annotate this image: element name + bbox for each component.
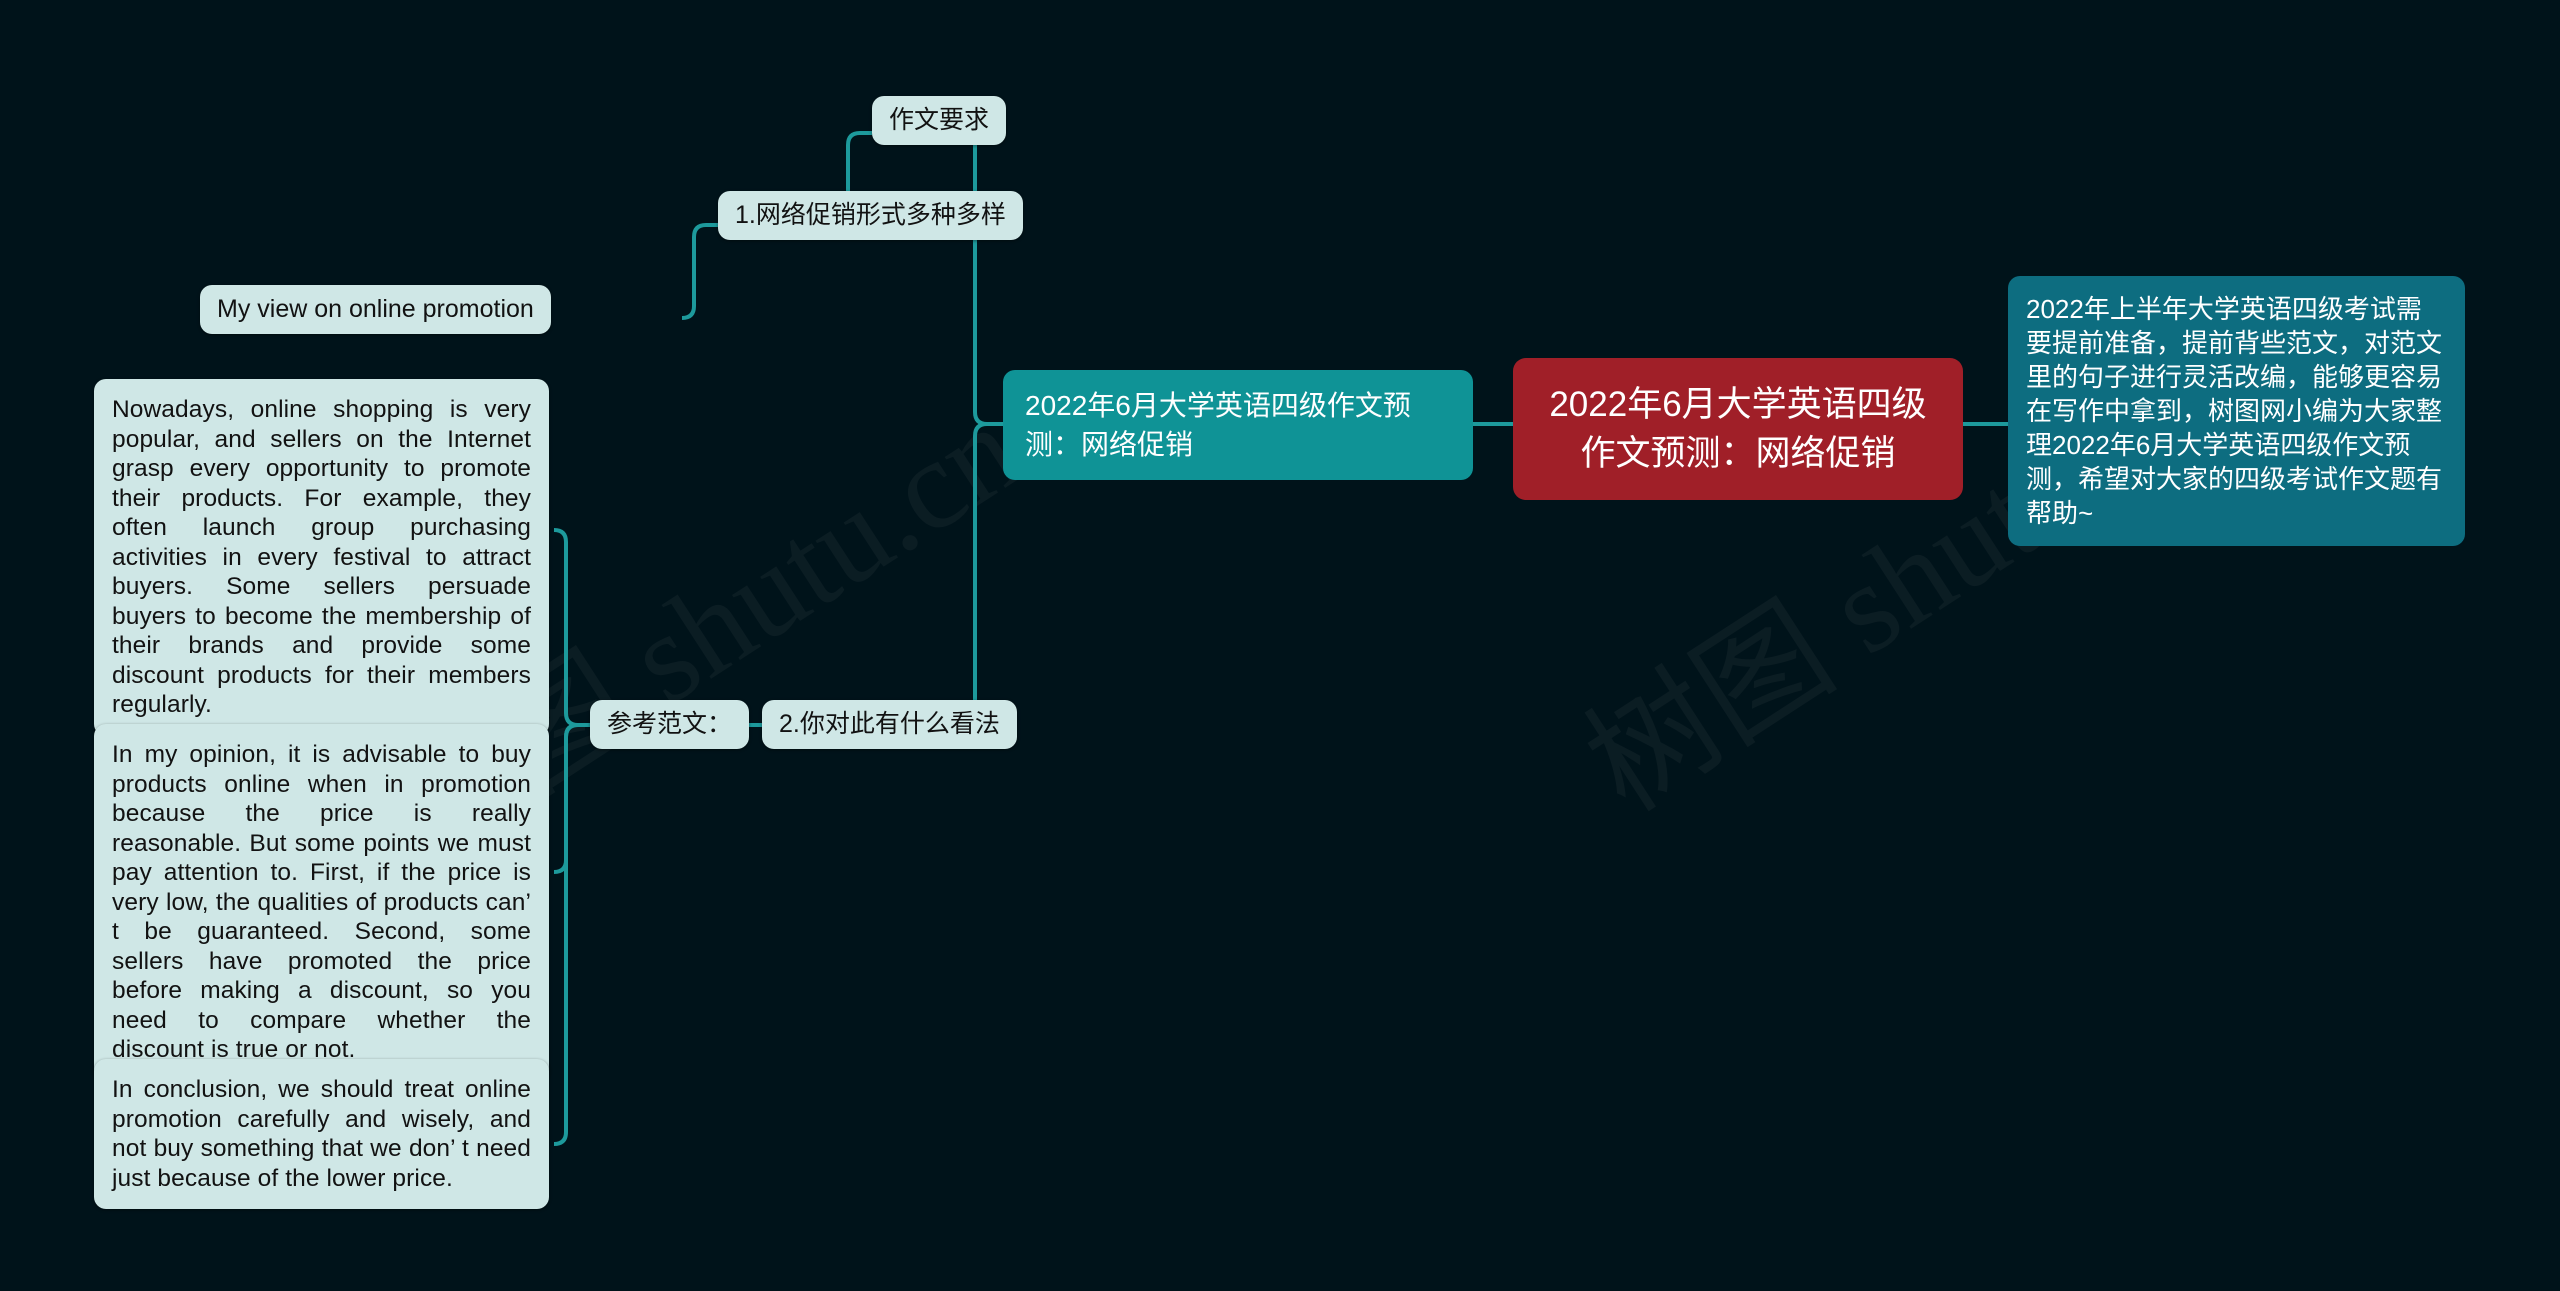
node-topic-my-view[interactable]: My view on online promotion	[200, 285, 551, 335]
wire-subtitle-to-requirement	[962, 131, 1003, 426]
mindmap-canvas: 树图 shutu.cn 树图 shutu.cn 作文要求 1.网络促销形式多种多…	[0, 0, 2560, 1291]
node-sample-essay-label[interactable]: 参考范文：	[590, 700, 750, 750]
node-requirement-point-2[interactable]: 2.你对此有什么看法	[762, 700, 1017, 750]
node-requirement-point-1[interactable]: 1.网络促销形式多种多样	[718, 191, 1023, 241]
node-center-title[interactable]: 2022年6月大学英语四级作文预测：网络促销	[1513, 358, 1963, 500]
node-sample-paragraph-1[interactable]: Nowadays, online shopping is very popula…	[94, 379, 549, 736]
node-description[interactable]: 2022年上半年大学英语四级考试需要提前准备，提前背些范文，对范文里的句子进行灵…	[2008, 276, 2465, 546]
node-essay-requirement[interactable]: 作文要求	[872, 96, 1007, 146]
wire-point1-to-topic	[681, 223, 718, 320]
wire-sample-to-para3	[553, 723, 590, 1146]
wire-sample-to-para1	[553, 528, 590, 727]
node-subtitle[interactable]: 2022年6月大学英语四级作文预测：网络促销	[1003, 370, 1473, 480]
node-sample-paragraph-3[interactable]: In conclusion, we should treat online pr…	[94, 1059, 549, 1209]
node-sample-paragraph-2[interactable]: In my opinion, it is advisable to buy pr…	[94, 724, 549, 1081]
wire-subtitle-to-sample	[962, 422, 1003, 727]
wire-sample-to-para2	[553, 723, 590, 874]
